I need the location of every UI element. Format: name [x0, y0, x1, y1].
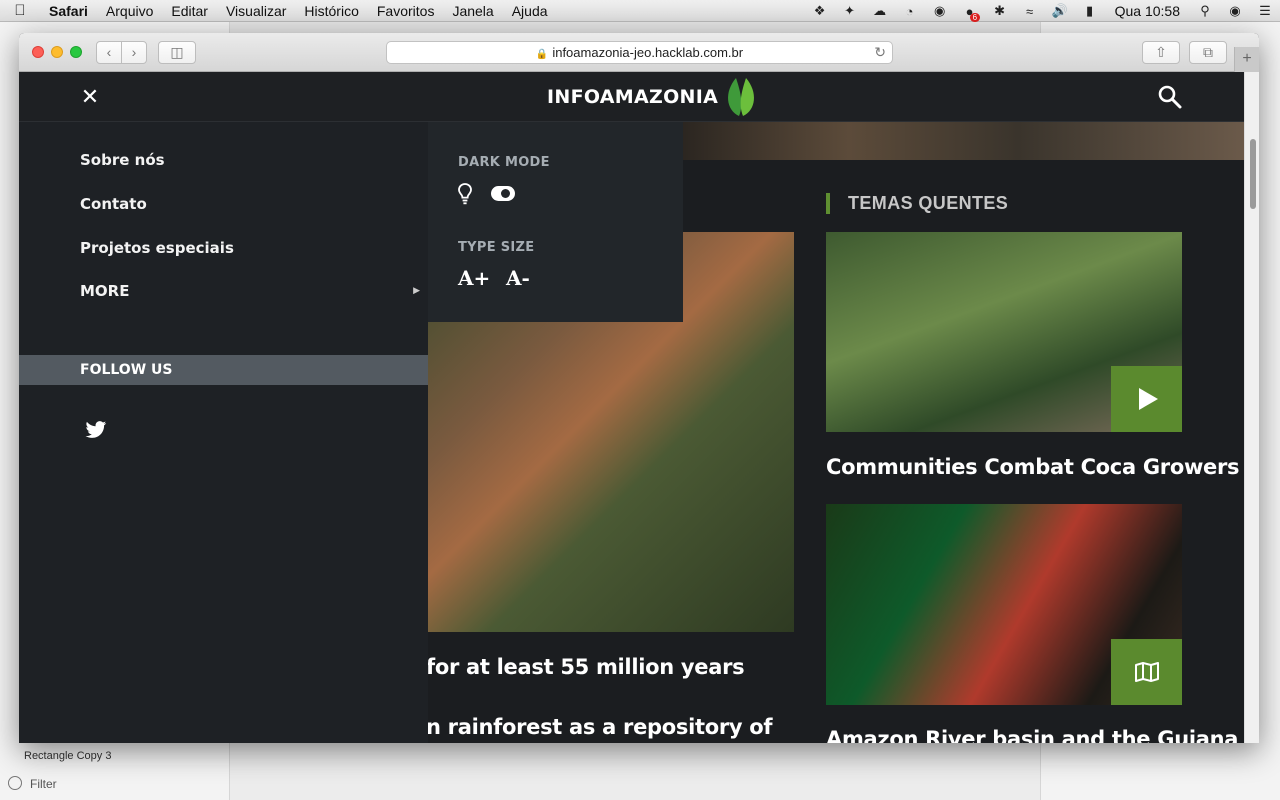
- cloud-tray-icon[interactable]: ☁: [865, 3, 895, 19]
- toggle-knob: [501, 189, 510, 198]
- site-logo[interactable]: INFOAMAZONIA: [547, 76, 760, 118]
- lightbulb-icon: [458, 183, 472, 205]
- notification-center-icon[interactable]: ☰: [1250, 3, 1280, 19]
- main-headline-line-1[interactable]: for at least 55 million years: [426, 653, 745, 681]
- increase-text-size-button[interactable]: A+: [458, 266, 490, 290]
- sidebar-icon: ◫: [170, 44, 184, 60]
- background-filter-field[interactable]: Filter: [30, 777, 57, 791]
- menu-visualizar[interactable]: Visualizar: [217, 3, 295, 19]
- apple-menu-icon[interactable]: : [0, 2, 40, 19]
- timemachine-tray-icon[interactable]: ◔: [895, 4, 925, 19]
- close-window-button[interactable]: [32, 46, 44, 58]
- page-scrollbar[interactable]: [1244, 72, 1259, 743]
- menu-ajuda[interactable]: Ajuda: [503, 3, 557, 19]
- background-layer-item[interactable]: Rectangle Copy 3: [24, 750, 111, 762]
- wifi-tray-icon[interactable]: ≈: [1015, 4, 1045, 19]
- decrease-text-size-button[interactable]: A-: [506, 266, 530, 290]
- web-page: ✕ INFOAMAZONIA TEMAS QUENTES for at leas…: [19, 72, 1244, 743]
- spotlight-icon[interactable]: ⚲: [1190, 3, 1220, 19]
- card-title[interactable]: Communities Combat Coca Growers: [826, 453, 1240, 481]
- search-icon[interactable]: [1157, 84, 1183, 110]
- menu-janela[interactable]: Janela: [443, 3, 502, 19]
- bluetooth-tray-icon[interactable]: ✱: [985, 3, 1015, 19]
- map-badge[interactable]: [1111, 639, 1182, 705]
- browser-toolbar: ‹ › ◫ 🔒 infoamazonia-jeo.hacklab.com.br ↻…: [19, 33, 1259, 72]
- chevron-right-icon: ▶: [413, 286, 420, 296]
- map-icon: [1134, 662, 1159, 682]
- play-icon: [1138, 388, 1158, 410]
- siri-icon[interactable]: ◉: [1220, 3, 1250, 19]
- side-menu: Sobre nós Contato Projetos especiais MOR…: [19, 122, 428, 743]
- type-size-label: TYPE SIZE: [458, 240, 535, 255]
- sidebar-button[interactable]: ◫: [158, 41, 196, 64]
- filter-icon: [8, 776, 22, 790]
- chevron-right-icon: ›: [131, 44, 137, 60]
- notification-count: 6: [969, 12, 981, 22]
- notification-tray-icon[interactable]: ● 6: [955, 4, 985, 22]
- twitter-icon[interactable]: [85, 420, 107, 440]
- lock-icon: 🔒: [535, 49, 549, 60]
- menu-arquivo[interactable]: Arquivo: [97, 3, 162, 19]
- section-accent-bar: [826, 193, 830, 214]
- main-headline-line-2[interactable]: n rainforest as a repository of: [426, 713, 773, 741]
- dark-mode-label: DARK MODE: [458, 155, 550, 170]
- url-text: infoamazonia-jeo.hacklab.com.br: [552, 45, 744, 60]
- more-label: MORE: [80, 282, 130, 300]
- forward-button[interactable]: ›: [121, 41, 147, 64]
- menu-item-projetos-especiais[interactable]: Projetos especiais: [80, 239, 234, 257]
- video-badge[interactable]: [1111, 366, 1182, 432]
- os-menubar:  Safari Arquivo Editar Visualizar Histó…: [0, 0, 1280, 22]
- photos-tray-icon[interactable]: ❖: [805, 3, 835, 19]
- close-icon[interactable]: ✕: [79, 82, 101, 112]
- zoom-window-button[interactable]: [70, 46, 82, 58]
- hero-image[interactable]: [679, 122, 1244, 160]
- battery-tray-icon[interactable]: ▮: [1075, 3, 1105, 19]
- dropbox-tray-icon[interactable]: ✦: [835, 3, 865, 19]
- logo-text: INFOAMAZONIA: [547, 86, 719, 108]
- follow-us-bar: FOLLOW US: [19, 355, 428, 385]
- new-tab-button[interactable]: +: [1234, 47, 1259, 72]
- dark-mode-toggle[interactable]: [491, 186, 515, 201]
- site-header: ✕ INFOAMAZONIA: [19, 72, 1244, 122]
- clock[interactable]: Qua 10:58: [1105, 3, 1190, 19]
- sync-tray-icon[interactable]: ◉: [925, 3, 955, 19]
- card-title[interactable]: Amazon River basin and the Guiana: [826, 725, 1238, 743]
- chevron-left-icon: ‹: [106, 44, 112, 60]
- address-bar[interactable]: 🔒 infoamazonia-jeo.hacklab.com.br ↻: [386, 41, 893, 64]
- tabs-icon: ⧉: [1203, 44, 1213, 60]
- menu-editar[interactable]: Editar: [162, 3, 217, 19]
- display-settings-panel: DARK MODE TYPE SIZE A+ A-: [428, 122, 683, 322]
- back-button[interactable]: ‹: [96, 41, 122, 64]
- section-title: TEMAS QUENTES: [848, 193, 1009, 213]
- leaf-logo-icon: [728, 78, 755, 116]
- volume-tray-icon[interactable]: 🔊: [1045, 3, 1075, 19]
- menu-item-sobre-nos[interactable]: Sobre nós: [80, 151, 165, 169]
- reload-icon[interactable]: ↻: [874, 42, 886, 63]
- scroll-thumb[interactable]: [1250, 139, 1256, 209]
- follow-us-label: FOLLOW US: [80, 362, 173, 378]
- menu-item-more[interactable]: MORE ▶: [80, 282, 420, 300]
- menu-favoritos[interactable]: Favoritos: [368, 3, 444, 19]
- share-icon: ⇧: [1155, 44, 1167, 60]
- app-menu[interactable]: Safari: [40, 3, 97, 19]
- show-tabs-button[interactable]: ⧉: [1189, 41, 1227, 64]
- menu-item-contato[interactable]: Contato: [80, 195, 147, 213]
- safari-window: ‹ › ◫ 🔒 infoamazonia-jeo.hacklab.com.br ↻…: [19, 33, 1259, 743]
- menu-historico[interactable]: Histórico: [295, 3, 367, 19]
- share-button[interactable]: ⇧: [1142, 41, 1180, 64]
- minimize-window-button[interactable]: [51, 46, 63, 58]
